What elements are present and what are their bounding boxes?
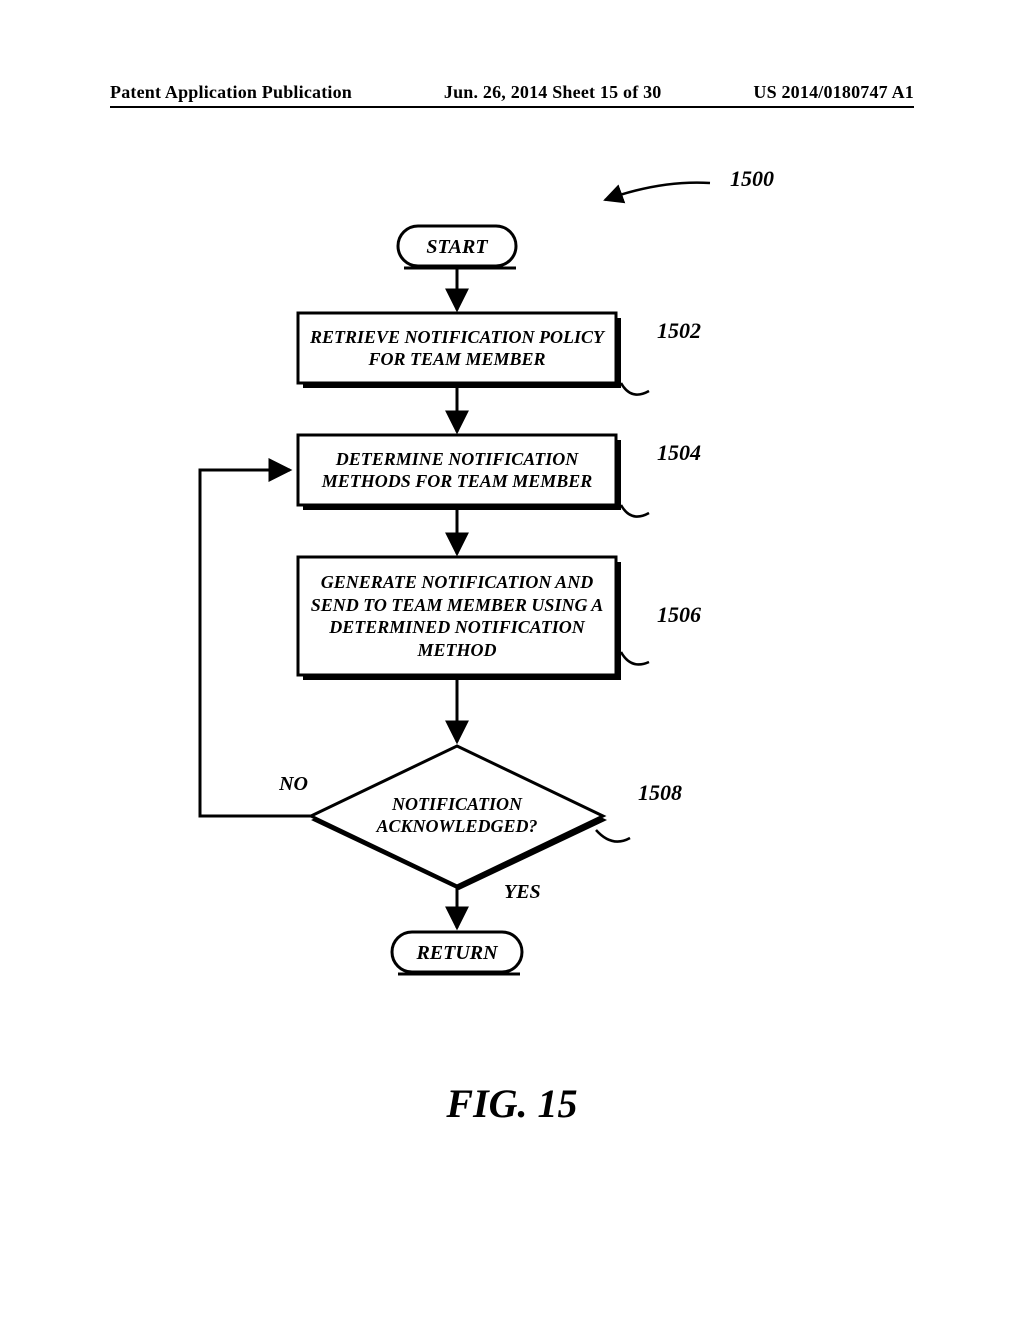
ref-1506: 1506	[657, 602, 701, 627]
yes-label: YES	[504, 881, 541, 903]
return-label: RETURN	[415, 942, 499, 964]
callout-1502: 1502	[621, 318, 701, 395]
start-label: START	[426, 236, 488, 258]
no-label: NO	[278, 773, 308, 795]
ref-1508: 1508	[638, 780, 682, 805]
box-1502: RETRIEVE NOTIFICATION POLICY FOR TEAM ME…	[298, 313, 621, 388]
figure-caption: FIG. 15	[0, 1080, 1024, 1127]
ref-1502: 1502	[657, 318, 701, 343]
box-1506: GENERATE NOTIFICATION AND SEND TO TEAM M…	[298, 557, 621, 680]
box-1502-text: RETRIEVE NOTIFICATION POLICY FOR TEAM ME…	[300, 316, 614, 380]
box-1504: DETERMINE NOTIFICATION METHODS FOR TEAM …	[298, 435, 621, 510]
callout-1504: 1504	[621, 440, 701, 517]
start-node: START	[398, 226, 539, 268]
box-1504-text: DETERMINE NOTIFICATION METHODS FOR TEAM …	[300, 438, 614, 502]
callout-1508: 1508	[596, 780, 682, 842]
callout-1506: 1506	[621, 602, 701, 664]
box-1506-text: GENERATE NOTIFICATION AND SEND TO TEAM M…	[300, 560, 614, 672]
yes-branch: YES	[457, 881, 541, 928]
ref-1504: 1504	[657, 440, 701, 465]
decision-1508: NOTIFICATION ACKNOWLEDGED?	[311, 746, 607, 890]
return-node: RETURN	[392, 932, 522, 974]
diagram-ref-number: 1500	[730, 166, 774, 191]
diagram-ref-arrow: 1500	[605, 166, 774, 200]
decision-text: NOTIFICATION ACKNOWLEDGED?	[340, 784, 574, 848]
no-branch: NO	[200, 470, 311, 816]
